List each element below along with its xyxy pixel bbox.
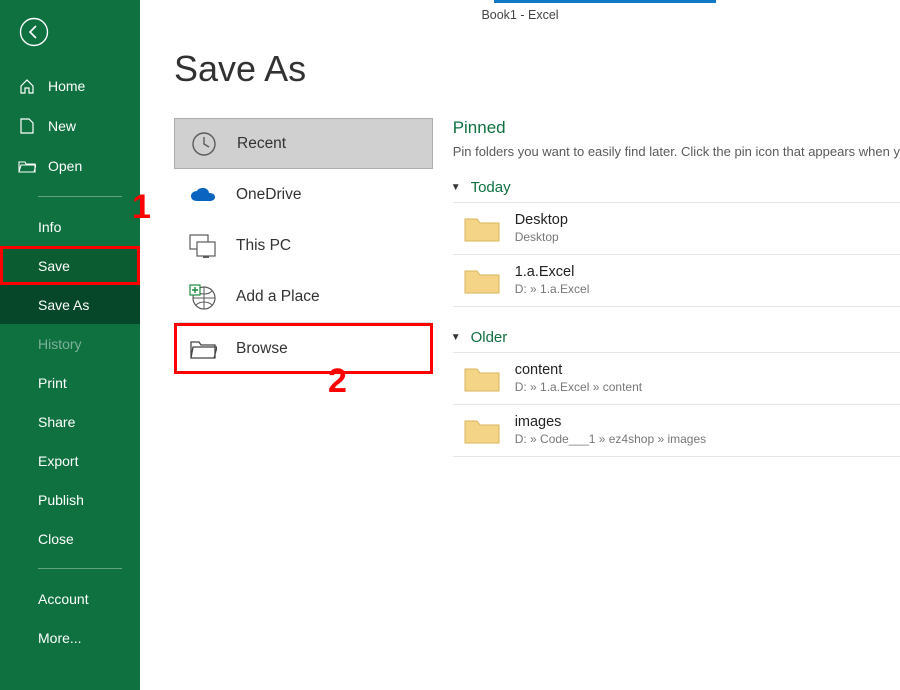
folder-row[interactable]: Desktop Desktop <box>453 203 900 255</box>
sidebar-share[interactable]: Share <box>0 402 140 441</box>
location-this-pc-label: This PC <box>236 237 291 255</box>
folder-icon <box>463 415 501 445</box>
folder-icon <box>463 213 501 243</box>
sidebar-more[interactable]: More... <box>0 618 140 657</box>
group-today-label: Today <box>471 179 511 196</box>
browse-icon <box>188 334 218 364</box>
folder-path: Desktop <box>515 230 568 244</box>
backstage-panel: Save As Recent OneDrive This PC <box>140 30 900 690</box>
location-onedrive[interactable]: OneDrive <box>174 169 433 220</box>
back-button[interactable] <box>18 16 50 48</box>
sidebar-account[interactable]: Account <box>0 579 140 618</box>
window-title: Book1 - Excel <box>481 8 558 22</box>
add-place-icon <box>188 282 218 312</box>
sidebar-save-as[interactable]: Save As <box>0 285 140 324</box>
folder-row[interactable]: images D: » Code___1 » ez4shop » images <box>453 405 900 457</box>
sidebar-home[interactable]: Home <box>0 66 140 106</box>
onedrive-icon <box>188 180 218 210</box>
title-bar: Book1 - Excel <box>140 0 900 30</box>
sidebar-divider-1 <box>38 196 122 197</box>
sidebar-history: History <box>0 324 140 363</box>
title-accent <box>494 0 716 3</box>
group-older[interactable]: ▼ Older <box>451 329 900 346</box>
this-pc-icon <box>188 231 218 261</box>
sidebar-print-label: Print <box>38 375 67 391</box>
sidebar-export-label: Export <box>38 453 78 469</box>
folder-name: images <box>515 414 706 430</box>
location-recent[interactable]: Recent <box>174 118 433 169</box>
annotation-1: 1 <box>132 188 151 227</box>
collapse-icon: ▼ <box>451 182 461 193</box>
sidebar-export[interactable]: Export <box>0 441 140 480</box>
location-browse-label: Browse <box>236 340 288 358</box>
sidebar-new[interactable]: New <box>0 106 140 146</box>
sidebar-save-as-label: Save As <box>38 297 89 313</box>
sidebar-close-label: Close <box>38 531 74 547</box>
sidebar-home-label: Home <box>48 78 85 94</box>
page-title: Save As <box>174 48 900 90</box>
sidebar-divider-2 <box>38 568 122 569</box>
sidebar-close[interactable]: Close <box>0 519 140 558</box>
collapse-icon: ▼ <box>451 332 461 343</box>
folder-row[interactable]: 1.a.Excel D: » 1.a.Excel <box>453 255 900 307</box>
sidebar-new-label: New <box>48 118 76 134</box>
open-icon <box>18 159 36 173</box>
location-browse[interactable]: Browse <box>174 323 433 374</box>
recent-folders-panel: Pinned Pin folders you want to easily fi… <box>453 118 900 457</box>
new-icon <box>18 118 36 134</box>
location-add-place[interactable]: Add a Place <box>174 271 433 322</box>
sidebar-info[interactable]: Info <box>0 207 140 246</box>
sidebar-publish-label: Publish <box>38 492 84 508</box>
sidebar-open[interactable]: Open <box>0 146 140 186</box>
folder-name: content <box>515 362 642 378</box>
recent-icon <box>189 129 219 159</box>
pinned-header: Pinned <box>453 118 900 138</box>
sidebar-share-label: Share <box>38 414 75 430</box>
location-recent-label: Recent <box>237 135 286 153</box>
annotation-2: 2 <box>328 362 347 401</box>
group-older-label: Older <box>471 329 508 346</box>
group-today[interactable]: ▼ Today <box>451 179 900 196</box>
sidebar-save[interactable]: Save <box>0 246 140 285</box>
location-this-pc[interactable]: This PC <box>174 220 433 271</box>
save-locations: Recent OneDrive This PC Add a Place <box>174 118 433 457</box>
folder-icon <box>463 265 501 295</box>
folder-path: D: » 1.a.Excel <box>515 282 590 296</box>
sidebar-save-label: Save <box>38 258 70 274</box>
home-icon <box>18 78 36 94</box>
sidebar-print[interactable]: Print <box>0 363 140 402</box>
sidebar-history-label: History <box>38 336 82 352</box>
location-add-place-label: Add a Place <box>236 288 320 306</box>
sidebar-info-label: Info <box>38 219 61 235</box>
sidebar-publish[interactable]: Publish <box>0 480 140 519</box>
folder-row[interactable]: content D: » 1.a.Excel » content <box>453 353 900 405</box>
sidebar-account-label: Account <box>38 591 89 607</box>
pinned-desc: Pin folders you want to easily find late… <box>453 144 900 161</box>
folder-icon <box>463 363 501 393</box>
back-arrow-icon <box>19 17 49 47</box>
folder-name: 1.a.Excel <box>515 264 590 280</box>
sidebar-more-label: More... <box>38 630 82 646</box>
folder-path: D: » Code___1 » ez4shop » images <box>515 432 706 446</box>
sidebar-open-label: Open <box>48 158 82 174</box>
location-onedrive-label: OneDrive <box>236 186 301 204</box>
backstage-sidebar: Home New Open Info Save Save As History … <box>0 0 140 690</box>
folder-name: Desktop <box>515 212 568 228</box>
folder-path: D: » 1.a.Excel » content <box>515 380 642 394</box>
